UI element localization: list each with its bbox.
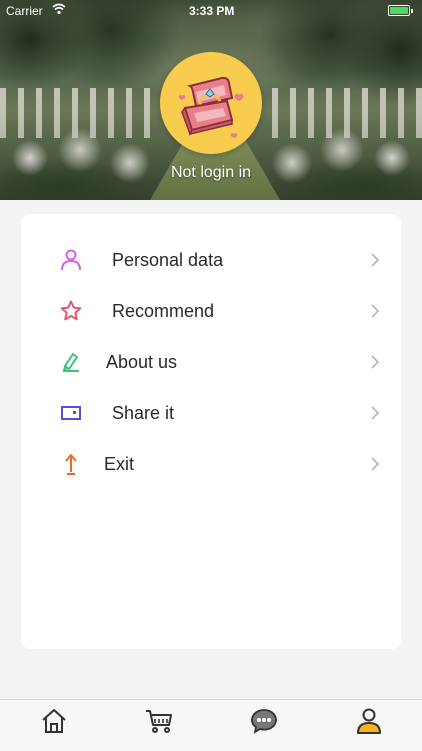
share-box-icon — [59, 401, 83, 425]
menu-label-recommend: Recommend — [112, 301, 215, 321]
carrier-label: Carrier — [6, 4, 43, 18]
person-icon — [59, 248, 83, 272]
tab-cart[interactable] — [144, 706, 174, 736]
chevron-right-icon — [367, 456, 383, 472]
menu-item-recommend[interactable]: Recommend — [21, 287, 401, 335]
ring-box-icon — [178, 76, 244, 138]
menu-item-about-us[interactable]: About us — [21, 338, 401, 386]
menu-label-exit: Exit — [104, 454, 135, 474]
chevron-right-icon — [367, 303, 383, 319]
cart-icon — [146, 710, 172, 733]
chevron-right-icon — [367, 354, 383, 370]
pen-icon — [59, 350, 83, 374]
tab-messages[interactable] — [249, 706, 279, 736]
menu-card: Personal data Recommend About us Share i… — [21, 214, 401, 649]
profile-icon — [357, 708, 381, 734]
menu-item-exit[interactable]: Exit — [21, 440, 401, 488]
home-icon — [42, 709, 66, 733]
login-status-label[interactable]: Not login in — [0, 164, 422, 182]
menu-item-personal-data[interactable]: Personal data — [21, 236, 401, 284]
status-time: 3:33 PM — [189, 4, 235, 18]
chevron-right-icon — [367, 252, 383, 268]
tab-profile[interactable] — [354, 706, 384, 736]
menu-item-share-it[interactable]: Share it — [21, 389, 401, 437]
tab-home[interactable] — [39, 706, 69, 736]
chat-icon — [251, 709, 277, 734]
chevron-right-icon — [367, 405, 383, 421]
battery-icon — [388, 5, 413, 16]
status-bar: Carrier 3:33 PM — [0, 0, 422, 22]
menu-label-about-us: About us — [106, 352, 178, 372]
battery-level — [390, 7, 408, 14]
wifi-icon — [52, 3, 66, 18]
tab-bar — [0, 699, 422, 751]
exit-arrow-icon — [59, 452, 83, 476]
menu-label-personal-data: Personal data — [112, 250, 224, 270]
menu-label-share-it: Share it — [112, 403, 175, 423]
avatar[interactable] — [160, 52, 262, 154]
star-icon — [59, 299, 83, 323]
